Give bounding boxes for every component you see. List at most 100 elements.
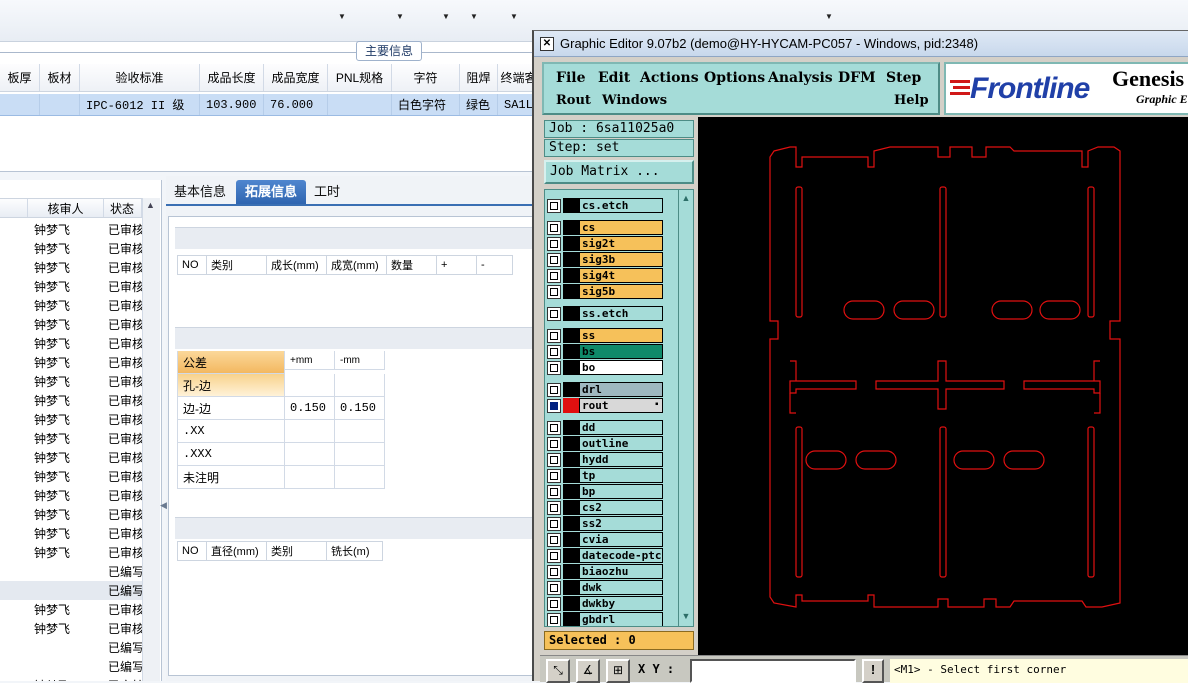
column-header[interactable]: 阻焊	[460, 64, 498, 91]
layer-row-dd[interactable]: dd	[547, 420, 667, 435]
menu-edit[interactable]: Edit	[598, 70, 630, 86]
layer-checkbox[interactable]	[547, 236, 561, 251]
layer-color-swatch[interactable]	[563, 532, 579, 547]
menu-help[interactable]: Help	[894, 93, 929, 108]
layer-color-swatch[interactable]	[563, 344, 579, 359]
layer-row-cs-etch[interactable]: cs.etch	[547, 198, 667, 213]
menu-step[interactable]: Step	[886, 70, 921, 86]
tolerance-row[interactable]: .XX	[177, 420, 385, 443]
column-header[interactable]: 类别	[207, 255, 267, 275]
layer-color-swatch[interactable]	[563, 452, 579, 467]
layer-checkbox[interactable]	[547, 500, 561, 515]
tab-work-hours[interactable]: 工时	[310, 180, 344, 204]
layer-row-cvia[interactable]: cvia	[547, 532, 667, 547]
layer-row-ss-etch[interactable]: ss.etch	[547, 306, 667, 321]
layer-checkbox[interactable]	[547, 436, 561, 451]
xy-coordinate-input[interactable]	[690, 659, 856, 683]
list-item[interactable]: 钟梦飞已审核	[0, 334, 142, 353]
layer-checkbox[interactable]	[547, 548, 561, 563]
menu-analysis[interactable]: Analysis	[768, 70, 833, 86]
list-item[interactable]: 已编写	[0, 657, 142, 676]
tolerance-cell[interactable]	[335, 374, 385, 397]
layer-checkbox[interactable]	[547, 360, 561, 375]
layer-color-swatch[interactable]	[563, 596, 579, 611]
layer-color-swatch[interactable]	[563, 268, 579, 283]
layer-checkbox[interactable]	[547, 268, 561, 283]
layer-row-cs2[interactable]: cs2	[547, 500, 667, 515]
tolerance-cell[interactable]	[285, 420, 335, 443]
scrollbar[interactable]: ▲	[142, 198, 160, 681]
layer-color-swatch[interactable]	[563, 398, 579, 413]
chevron-down-icon[interactable]: ▼	[470, 12, 478, 21]
tab-extended-info[interactable]: 拓展信息	[236, 180, 306, 204]
layer-checkbox[interactable]	[547, 516, 561, 531]
list-item[interactable]: 钟梦飞已审核	[0, 372, 142, 391]
tolerance-cell[interactable]	[335, 466, 385, 489]
layer-checkbox[interactable]	[547, 564, 561, 579]
layer-color-swatch[interactable]	[563, 500, 579, 515]
tolerance-row[interactable]: 未注明	[177, 466, 385, 489]
layer-row-sig2t[interactable]: sig2t	[547, 236, 667, 251]
tolerance-cell[interactable]: 0.150	[285, 397, 335, 420]
column-header[interactable]: 成宽(mm)	[327, 255, 387, 275]
menu-options[interactable]: Options	[704, 70, 765, 86]
order-grid-row[interactable]: IPC-6012 II 级 103.900 76.000 白色字符 绿色 SA1L	[0, 94, 540, 116]
layer-color-swatch[interactable]	[563, 548, 579, 563]
list-item[interactable]: 钟梦飞已审核	[0, 429, 142, 448]
chevron-down-icon[interactable]: ▼	[825, 12, 833, 21]
tolerance-cell[interactable]	[285, 374, 335, 397]
list-item[interactable]: 钟梦飞已审核	[0, 676, 142, 681]
list-item[interactable]: 已编写	[0, 638, 142, 657]
layer-checkbox[interactable]	[547, 398, 561, 413]
layer-color-swatch[interactable]	[563, 306, 579, 321]
layer-row-ss2[interactable]: ss2	[547, 516, 667, 531]
header-reviewer[interactable]: 核审人	[28, 199, 104, 217]
layer-color-swatch[interactable]	[563, 468, 579, 483]
layer-color-swatch[interactable]	[563, 328, 579, 343]
list-item[interactable]: 钟梦飞已审核	[0, 524, 142, 543]
layer-checkbox[interactable]	[547, 580, 561, 595]
chevron-down-icon[interactable]: ▼	[510, 12, 518, 21]
layer-row-drl[interactable]: drl	[547, 382, 667, 397]
layer-row-rout[interactable]: rout ▪	[547, 398, 667, 413]
layer-checkbox[interactable]	[547, 420, 561, 435]
layer-row-ss[interactable]: ss	[547, 328, 667, 343]
layer-color-swatch[interactable]	[563, 436, 579, 451]
layer-row-biaozhu[interactable]: biaozhu	[547, 564, 667, 579]
zoom-area-icon[interactable]: ⤡	[546, 659, 570, 683]
list-item[interactable]: 钟梦飞已审核	[0, 277, 142, 296]
layer-color-swatch[interactable]	[563, 198, 579, 213]
menu-windows[interactable]: Windows	[602, 93, 667, 108]
menu-actions[interactable]: Actions	[640, 70, 699, 86]
list-item[interactable]: 钟梦飞已审核	[0, 619, 142, 638]
layer-checkbox[interactable]	[547, 198, 561, 213]
chevron-down-icon[interactable]: ▼	[442, 12, 450, 21]
header-status[interactable]: 状态	[104, 199, 142, 217]
tab-basic-info[interactable]: 基本信息	[170, 180, 230, 204]
column-header[interactable]: 字符	[392, 64, 460, 91]
layer-color-swatch[interactable]	[563, 612, 579, 626]
layer-color-swatch[interactable]	[563, 382, 579, 397]
layer-color-swatch[interactable]	[563, 360, 579, 375]
tolerance-row[interactable]: .XXX	[177, 443, 385, 466]
list-item[interactable]: 已编写	[0, 562, 142, 581]
tolerance-cell[interactable]	[285, 466, 335, 489]
column-header[interactable]: 验收标准	[80, 64, 200, 91]
column-header[interactable]: -	[477, 255, 513, 275]
menu-rout[interactable]: Rout	[556, 93, 591, 108]
list-item[interactable]: 钟梦飞已审核	[0, 315, 142, 334]
layer-row-outline[interactable]: outline	[547, 436, 667, 451]
splitter-arrow-icon[interactable]: ◀	[160, 500, 167, 511]
layer-row-cs[interactable]: cs	[547, 220, 667, 235]
chevron-down-icon[interactable]: ▼	[396, 12, 404, 21]
list-item[interactable]: 钟梦飞已审核	[0, 448, 142, 467]
list-item[interactable]: 钟梦飞已审核	[0, 258, 142, 277]
layer-checkbox[interactable]	[547, 468, 561, 483]
tolerance-row[interactable]: 边-边 0.150 0.150	[177, 397, 385, 420]
layer-color-swatch[interactable]	[563, 236, 579, 251]
layer-scrollbar[interactable]: ▲ ▼	[678, 190, 693, 626]
column-header[interactable]: NO	[177, 541, 207, 561]
column-header[interactable]: +	[437, 255, 477, 275]
grid-icon[interactable]: ⊞	[606, 659, 630, 683]
layer-row-dwk[interactable]: dwk	[547, 580, 667, 595]
